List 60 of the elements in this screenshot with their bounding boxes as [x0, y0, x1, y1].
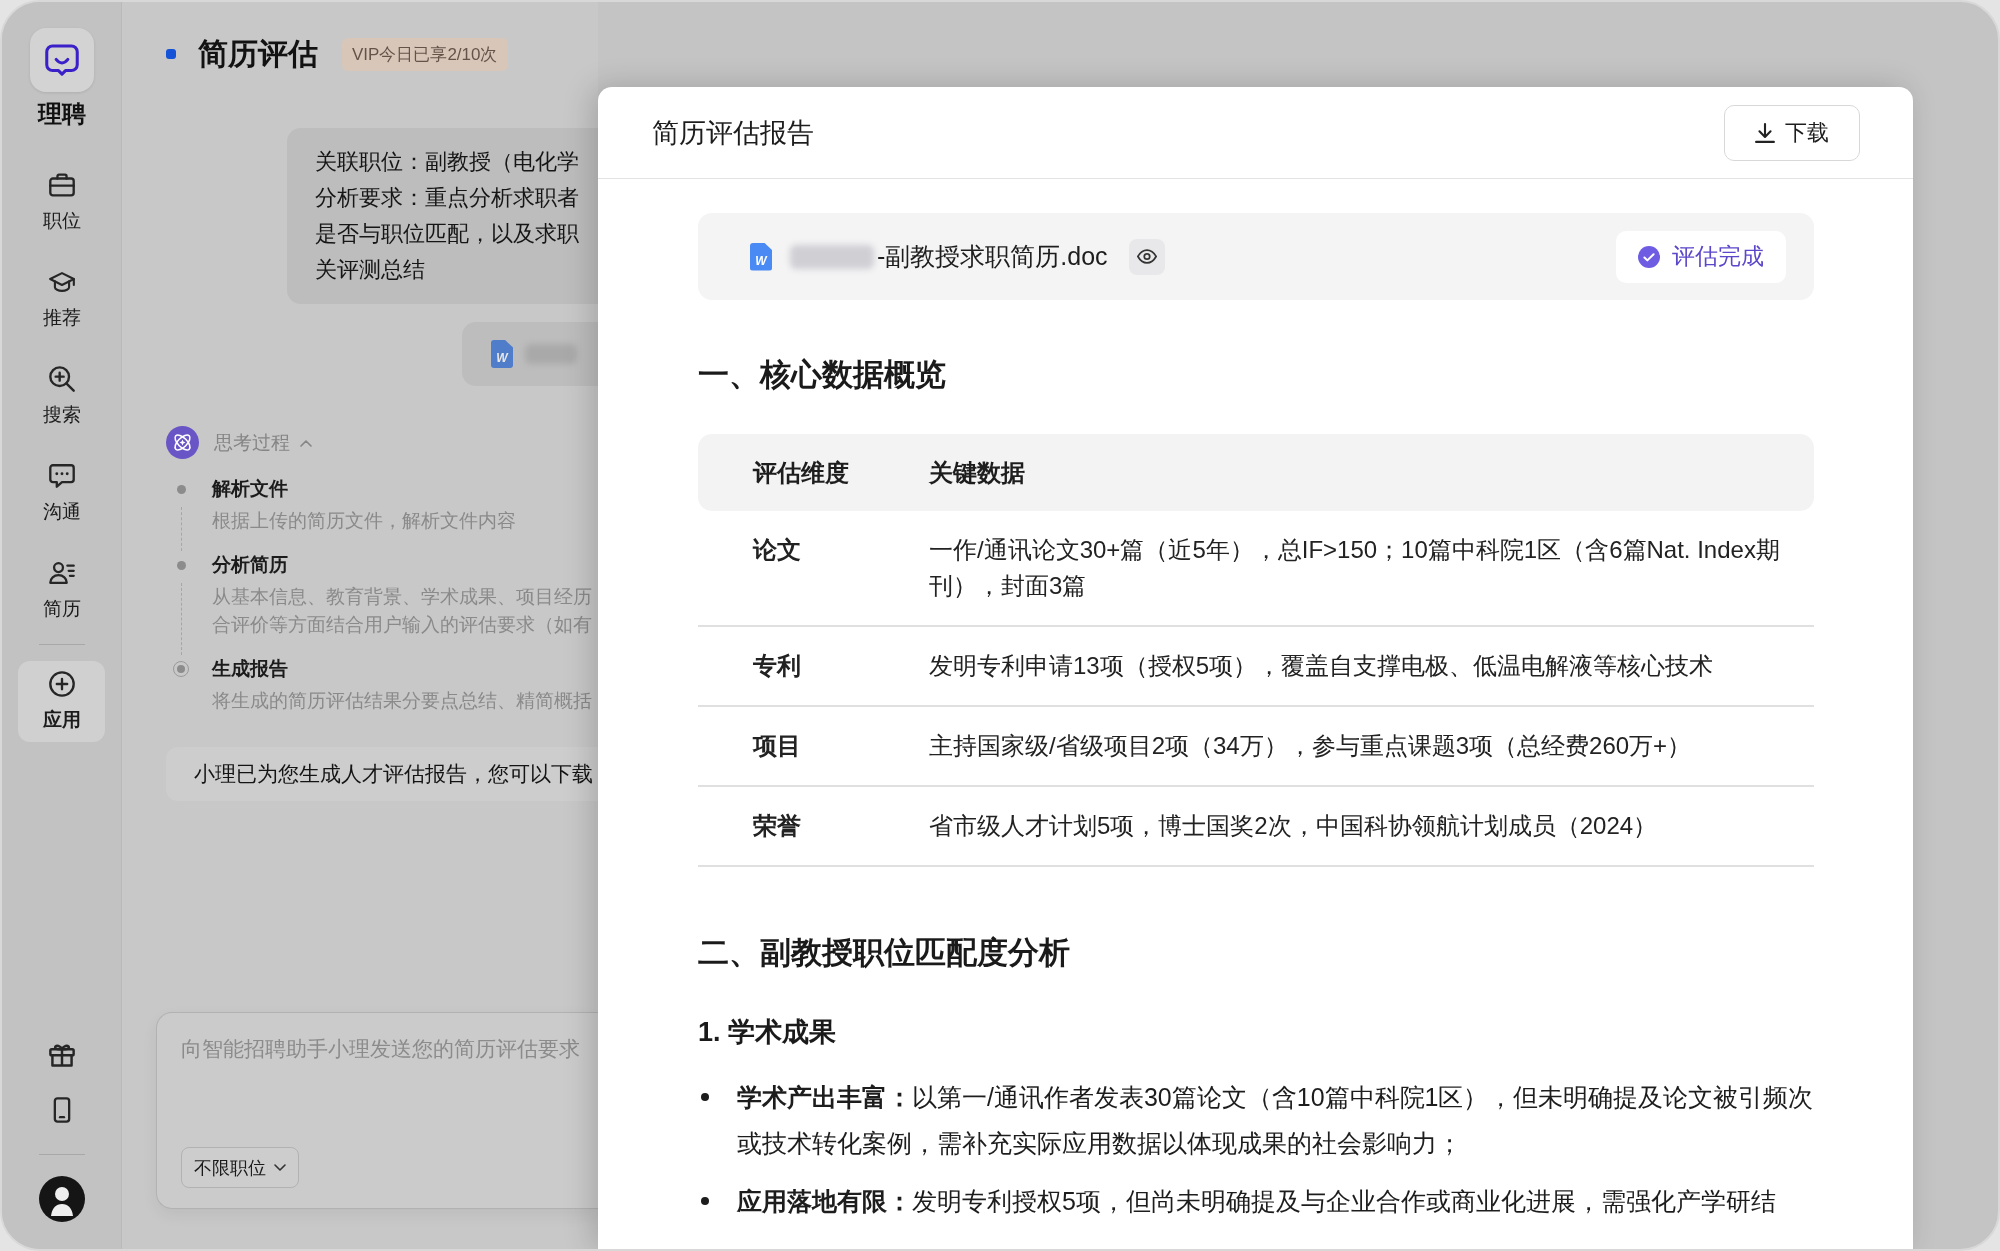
nav-item[interactable]: 沟通 [18, 453, 105, 534]
nav-item[interactable]: 推荐 [18, 259, 105, 340]
step-title: 分析简历 [212, 553, 289, 577]
table-cell-text: 荣誉 [752, 811, 802, 841]
timeline-line [180, 507, 182, 551]
message-input[interactable]: 向智能招聘助手小理发送您的简历评估要求 [181, 1035, 598, 1127]
message-text: 小理已为您生成人才评估报告，您可以下载 [194, 761, 593, 787]
file-name: -副教授求职简历.doc [877, 241, 1108, 272]
section-heading: 一、核心数据概览 [698, 356, 947, 394]
plus-circle-icon [48, 671, 75, 697]
atom-icon [166, 426, 199, 459]
column-header: 评估维度 [751, 457, 850, 488]
page-title: 简历评估 [198, 36, 318, 72]
step-description: 将生成的简历评估结果分要点总结、精简概括 [212, 689, 592, 713]
step-title: 生成报告 [212, 657, 289, 681]
column-header: 关键数据 [929, 457, 1026, 488]
graduation-cap-icon [48, 269, 75, 295]
nav-item[interactable]: 搜索 [18, 356, 105, 437]
bullet-text: 学术产出丰富：以第一/通讯作者发表30篇论文（含10篇中科院1区），但未明确提及论文被引频次或技术转化案例，需补充实际应用数据以体现成果的社会影响力； [737, 1082, 1814, 1159]
chat-bubble-icon [48, 463, 75, 489]
nav-item[interactable]: 应用 [18, 661, 105, 742]
logo-icon[interactable] [29, 28, 94, 92]
position-dropdown[interactable]: 不限职位 [181, 1147, 299, 1188]
eye-icon [1136, 249, 1157, 264]
table-cell-text: 论文 [751, 535, 802, 565]
document-icon: W [491, 340, 513, 368]
brand-name: 理聘 [37, 99, 86, 129]
nav-item[interactable]: 简历 [18, 550, 105, 631]
step-title: 解析文件 [212, 477, 289, 501]
table-cell-text: 发明专利申请13项（授权5项），覆盖自支撑电极、低温电解液等核心技术 [929, 651, 1715, 681]
step-description: 根据上传的简历文件，解析文件内容 [212, 509, 516, 533]
panel-title: 简历评估报告 [652, 116, 814, 150]
bullet-text: 应用落地有限：发明专利授权5项，但尚未明确提及与企业合作或商业化进展，需强化产学研结 [737, 1186, 1776, 1217]
step-description: 从基本信息、教育背景、学术成果、项目经历 合评价等方面结合用户输入的评估要求（如有 [212, 585, 592, 637]
check-circle-icon [1638, 245, 1660, 268]
briefcase-icon [48, 172, 75, 198]
bullet-icon [701, 1197, 709, 1205]
timeline-line [180, 583, 182, 655]
message-composer[interactable]: 向智能招聘助手小理发送您的简历评估要求 不限职位 [156, 1012, 598, 1209]
table-cell-text: 专利 [752, 651, 802, 681]
chevron-down-icon [274, 1163, 286, 1172]
avatar-icon[interactable] [38, 1176, 85, 1222]
message-text: 关联职位：副教授（电化学 分析要求：重点分析求职者 是否与职位匹配，以及求职 关评测总结 [315, 148, 580, 284]
download-icon [1755, 122, 1775, 143]
download-button[interactable]: 下载 [1724, 104, 1860, 161]
document-icon: W [750, 242, 772, 271]
table-cell-text: 省市级人才计划5项，博士国奖2次，中国科协领航计划成员（2024） [929, 811, 1659, 841]
status-text: 评估完成 [1672, 242, 1764, 271]
gift-icon[interactable] [48, 1042, 75, 1068]
subsection-heading: 1. 学术成果 [698, 1016, 838, 1049]
bullet-icon [701, 1093, 709, 1101]
user-list-icon [48, 560, 75, 586]
table-cell-text: 一作/通讯论文30+篇（近5年），总IF>150；10篇中科院1区（含6篇Nat. Index期刊），封面3篇 [929, 535, 1781, 601]
preview-button[interactable] [1128, 238, 1165, 275]
nav-item[interactable]: 职位 [18, 162, 105, 243]
quota-badge: VIP今日已享2/10次 [342, 37, 508, 71]
table-cell-text: 主持国家级/省级项目2项（34万），参与重点课题3项（总经费260万+） [929, 731, 1693, 761]
search-icon [48, 366, 75, 392]
section-heading: 二、副教授职位匹配度分析 [698, 934, 1071, 972]
table-cell-text: 项目 [751, 731, 802, 761]
